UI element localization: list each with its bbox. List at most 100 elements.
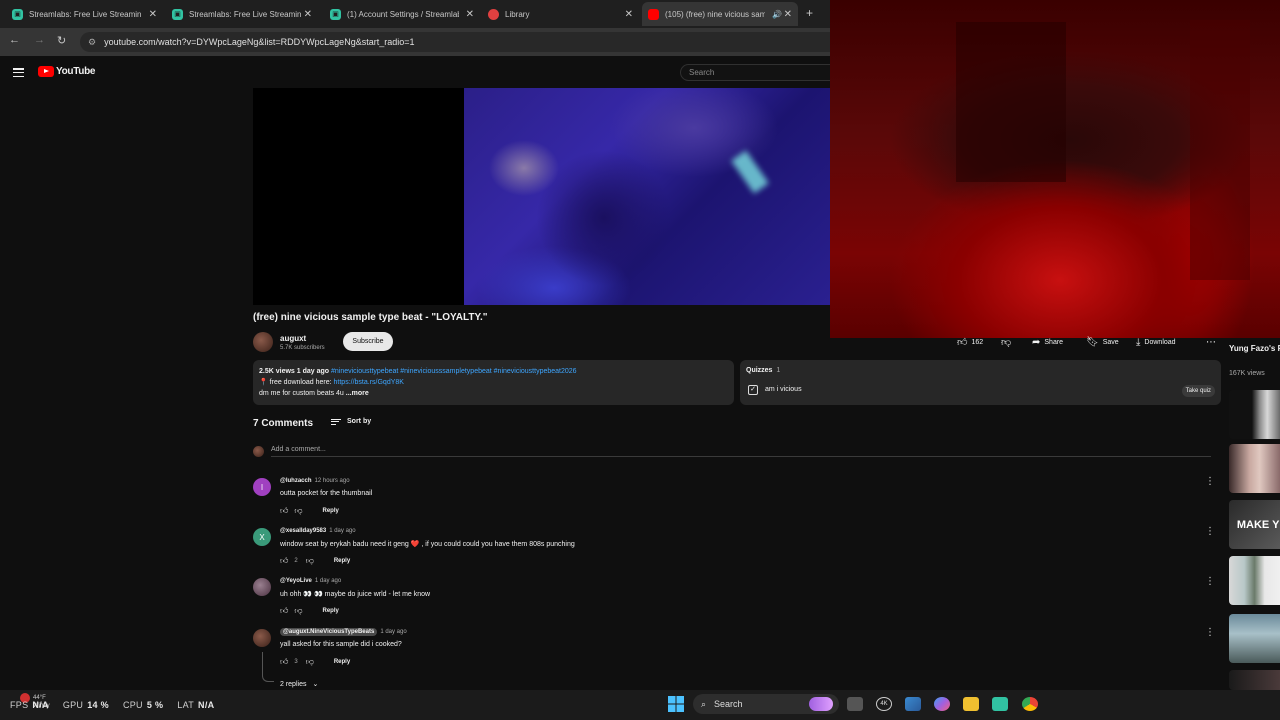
comment-actions: 👍︎ 👎︎ Reply bbox=[280, 506, 339, 516]
author-name[interactable]: @YeyoLive bbox=[280, 578, 312, 584]
add-comment-input[interactable]: Add a comment... bbox=[271, 446, 1211, 457]
close-icon[interactable]: ✕ bbox=[466, 9, 474, 20]
close-icon[interactable]: ✕ bbox=[304, 9, 312, 20]
thumbs-up-icon[interactable]: 👍︎ bbox=[280, 657, 288, 667]
thumbs-down-icon[interactable]: 👎︎ bbox=[294, 506, 302, 516]
channel-avatar[interactable] bbox=[253, 332, 273, 352]
more-vertical-icon[interactable]: ⋮ bbox=[1205, 576, 1215, 587]
author-name[interactable]: @xesallday9583 bbox=[280, 528, 326, 534]
share-label: Share bbox=[1044, 338, 1064, 346]
comment-time[interactable]: 1 day ago bbox=[329, 528, 355, 534]
forward-icon[interactable]: → bbox=[34, 34, 45, 46]
download-button[interactable]: ⤓ Download bbox=[1136, 334, 1176, 350]
tab-title: Streamlabs: Free Live Streaming bbox=[29, 9, 141, 19]
thumbs-down-icon: 👎︎ bbox=[1001, 337, 1012, 348]
comment-count: 7 Comments bbox=[253, 418, 314, 429]
4k-app-icon[interactable]: 4K bbox=[876, 697, 892, 711]
comment-time[interactable]: 1 day ago bbox=[380, 629, 406, 635]
reload-icon[interactable]: ↻ bbox=[57, 34, 66, 47]
share-button[interactable]: ➦ Share bbox=[1032, 334, 1063, 350]
thumbs-down-icon[interactable]: 👎︎ bbox=[306, 657, 314, 667]
avatar[interactable] bbox=[253, 578, 271, 596]
tab-account-settings[interactable]: ▣ (1) Account Settings / Streamlabs ✕ bbox=[330, 4, 474, 24]
sort-by-button[interactable]: Sort by bbox=[331, 418, 371, 425]
thumbs-up-icon[interactable]: 👍︎ bbox=[280, 606, 288, 616]
video-thumbnail[interactable] bbox=[1229, 444, 1280, 493]
reply-button[interactable]: Reply bbox=[323, 608, 339, 614]
youtube-logo[interactable]: YouTube bbox=[38, 66, 96, 77]
video-thumbnail[interactable] bbox=[1229, 556, 1280, 605]
custom-beats-text: dm me for custom beats 4u bbox=[259, 390, 344, 397]
speaker-icon[interactable]: 🔊 bbox=[772, 10, 782, 19]
video-thumbnail[interactable] bbox=[1229, 670, 1280, 690]
new-tab-icon[interactable]: + bbox=[806, 6, 813, 20]
site-info-icon[interactable]: ⚙ bbox=[88, 37, 96, 48]
more-vertical-icon[interactable]: ⋮ bbox=[1205, 627, 1215, 638]
comment-author[interactable]: @YeyoLive 1 day ago bbox=[280, 578, 341, 584]
taskbar-search[interactable]: ⌕ Search bbox=[693, 694, 839, 714]
take-quiz-button[interactable]: Take quiz bbox=[1181, 385, 1215, 397]
reply-button[interactable]: Reply bbox=[334, 659, 350, 665]
like-button[interactable]: 👍︎ 162 bbox=[957, 334, 983, 350]
avatar[interactable]: X bbox=[253, 528, 271, 546]
back-icon[interactable]: ← bbox=[9, 34, 20, 46]
comment-author[interactable]: @auguxt.NineViciousTypeBeats 1 day ago bbox=[280, 628, 407, 636]
more-vertical-icon[interactable]: ⋮ bbox=[1205, 526, 1215, 537]
lat-label: LAT bbox=[177, 700, 195, 710]
recommended-views: 167K views bbox=[1229, 370, 1265, 377]
pin-icon: 📍 bbox=[259, 379, 268, 386]
thumbs-up-icon[interactable]: 👍︎ bbox=[280, 506, 288, 516]
reply-button[interactable]: Reply bbox=[334, 558, 350, 564]
windows-start-icon[interactable] bbox=[668, 696, 684, 712]
avatar[interactable] bbox=[253, 629, 271, 647]
address-bar[interactable]: ⚙ youtube.com/watch?v=DYWpcLageNg&list=R… bbox=[80, 32, 830, 52]
comment-author[interactable]: @xesallday9583 1 day ago bbox=[280, 528, 356, 534]
avatar[interactable]: l bbox=[253, 478, 271, 496]
comment-time[interactable]: 12 hours ago bbox=[315, 478, 350, 484]
search-input[interactable]: Search bbox=[680, 64, 830, 81]
video-thumbnail[interactable] bbox=[1229, 390, 1280, 439]
subscribe-button[interactable]: Subscribe bbox=[343, 332, 393, 351]
chrome-icon[interactable] bbox=[1022, 697, 1038, 711]
youtube-play-icon bbox=[38, 66, 54, 77]
tab-library[interactable]: Library ✕ bbox=[488, 4, 633, 24]
more-link[interactable]: ...more bbox=[346, 390, 369, 397]
close-icon[interactable]: ✕ bbox=[149, 9, 157, 20]
tab-youtube-active[interactable]: (105) (free) nine vicious sample type be… bbox=[642, 2, 798, 26]
tab-streamlabs-2[interactable]: ▣ Streamlabs: Free Live Streaming ✕ bbox=[172, 4, 312, 24]
fps-label: FPS bbox=[10, 700, 29, 710]
reply-button[interactable]: Reply bbox=[323, 508, 339, 514]
comment-author[interactable]: @luhzacch 12 hours ago bbox=[280, 478, 350, 484]
quiz-title: Quizzes bbox=[746, 367, 773, 374]
channel-name[interactable]: auguxt bbox=[280, 334, 306, 343]
download-link[interactable]: https://bsta.rs/GqdY8K bbox=[334, 379, 404, 386]
file-explorer-icon[interactable] bbox=[963, 697, 979, 711]
photos-icon[interactable] bbox=[905, 697, 921, 711]
tab-streamlabs-1[interactable]: ▣ Streamlabs: Free Live Streaming ✕ bbox=[12, 4, 157, 24]
recommended-title[interactable]: Yung Fazo's Producer is... bbox=[1229, 344, 1280, 354]
thumbs-down-icon[interactable]: 👎︎ bbox=[306, 556, 314, 566]
comment-actions: 👍︎ 2 👎︎ Reply bbox=[280, 556, 350, 566]
close-icon[interactable]: ✕ bbox=[625, 9, 633, 20]
close-icon[interactable]: ✕ bbox=[784, 9, 792, 20]
author-name[interactable]: @luhzacch bbox=[280, 478, 312, 484]
task-view-icon[interactable] bbox=[847, 697, 863, 711]
comment-time[interactable]: 1 day ago bbox=[315, 578, 341, 584]
more-vertical-icon[interactable]: ⋮ bbox=[1205, 476, 1215, 487]
thumbs-up-icon[interactable]: 👍︎ bbox=[280, 556, 288, 566]
copilot-icon[interactable] bbox=[934, 697, 950, 711]
replies-toggle[interactable]: 2 replies ⌄ bbox=[280, 680, 318, 689]
description-box[interactable]: 2.5K views 1 day ago #nineviciousttypebe… bbox=[253, 360, 734, 405]
streamlabs-icon[interactable] bbox=[992, 697, 1008, 711]
video-thumbnail[interactable] bbox=[1229, 614, 1280, 663]
thumbs-down-icon[interactable]: 👎︎ bbox=[294, 606, 302, 616]
save-button[interactable]: 🔖︎ Save bbox=[1086, 334, 1119, 350]
hashtags[interactable]: #nineviciousttypebeat #nineviciousssampl… bbox=[331, 368, 577, 375]
video-thumbnail[interactable]: MAKE YO bbox=[1229, 500, 1280, 549]
gpu-value: 14 % bbox=[87, 700, 109, 710]
video-player[interactable] bbox=[253, 88, 830, 305]
creator-badge[interactable]: @auguxt.NineViciousTypeBeats bbox=[280, 628, 378, 636]
menu-icon[interactable] bbox=[13, 68, 24, 77]
more-actions-button[interactable]: ⋯ bbox=[1206, 334, 1220, 350]
dislike-button[interactable]: 👎︎ bbox=[1001, 334, 1015, 350]
